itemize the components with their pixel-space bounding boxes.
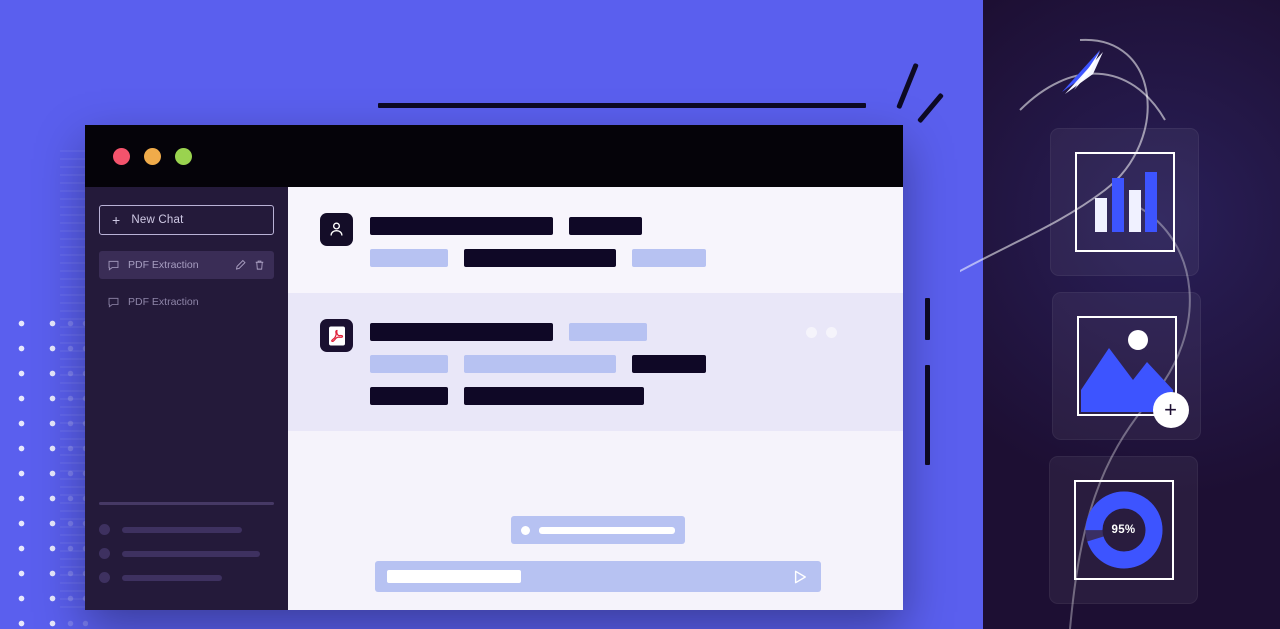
dot-grid-decoration-secondary: [60, 305, 88, 629]
placeholder-line: [370, 323, 873, 341]
add-badge-icon[interactable]: +: [1152, 392, 1189, 428]
placeholder-bar: [464, 355, 616, 373]
avatar: [320, 213, 353, 246]
plus-icon: +: [112, 212, 121, 228]
placeholder-bar: [464, 387, 644, 405]
composer: [288, 516, 903, 610]
placeholder-bar: [122, 526, 242, 533]
avatar: [99, 524, 110, 535]
top-line-decoration: [378, 103, 866, 108]
dot-grid-decoration: [0, 305, 62, 629]
vertical-line-decoration: [925, 298, 930, 340]
placeholder-line: [370, 387, 873, 405]
placeholder-bar: [569, 217, 642, 235]
sidebar: + New Chat PDF Extraction PDF Extraction: [85, 187, 288, 610]
window-minimize-button[interactable]: [144, 147, 161, 165]
avatar: [99, 572, 110, 583]
new-chat-button[interactable]: + New Chat: [99, 205, 274, 235]
placeholder-line: [370, 249, 873, 267]
chat-bubble-icon: [108, 297, 119, 308]
edit-icon[interactable]: [235, 259, 246, 271]
placeholder-bar: [370, 323, 553, 341]
attachment-chip[interactable]: [511, 516, 685, 544]
input-placeholder: [387, 570, 521, 583]
sidebar-item-label: PDF Extraction: [128, 296, 199, 308]
sidebar-item-label: PDF Extraction: [128, 259, 199, 271]
chat-bubble-icon: [108, 260, 119, 271]
placeholder-bar: [370, 387, 448, 405]
sidebar-item-pdf-extraction-1[interactable]: PDF Extraction: [99, 251, 274, 279]
hero-illustration: + New Chat PDF Extraction PDF Extraction…: [0, 0, 1280, 629]
attachment-name-placeholder: [539, 526, 675, 534]
add-image-card[interactable]: +: [1052, 292, 1201, 440]
placeholder-bar: [569, 323, 647, 341]
sidebar-footer-row[interactable]: [99, 524, 274, 535]
delete-icon[interactable]: [254, 259, 265, 271]
avatar: [99, 548, 110, 559]
typing-dot: [826, 326, 837, 338]
donut-value-label: 95%: [1111, 524, 1136, 536]
placeholder-bar: [370, 217, 553, 235]
placeholder-bar: [370, 355, 448, 373]
placeholder-bar: [122, 574, 222, 581]
pdf-file-icon: [328, 326, 345, 345]
placeholder-bar: [632, 249, 706, 267]
placeholder-line: [370, 355, 873, 373]
window-maximize-button[interactable]: [175, 147, 192, 165]
placeholder-line: [370, 217, 873, 235]
window-close-button[interactable]: [113, 147, 130, 165]
bar-chart-card[interactable]: [1050, 128, 1199, 276]
vertical-line-decoration: [925, 365, 930, 465]
message-assistant: [288, 293, 903, 431]
attachment-dot-icon: [521, 525, 530, 535]
sidebar-footer-row[interactable]: [99, 572, 274, 583]
placeholder-bar: [370, 249, 448, 267]
progress-donut-card[interactable]: 95%: [1049, 456, 1198, 604]
placeholder-bar: [632, 355, 706, 373]
window-titlebar: [85, 125, 903, 187]
sidebar-item-pdf-extraction-2[interactable]: PDF Extraction: [99, 288, 274, 316]
paper-plane-icon: [1062, 50, 1103, 94]
typing-dot: [806, 326, 817, 338]
typing-indicator: [806, 326, 873, 338]
message-input[interactable]: [375, 561, 821, 592]
send-triangle-icon[interactable]: [793, 570, 807, 584]
sidebar-divider: [99, 502, 274, 505]
message-user: [288, 187, 903, 293]
placeholder-bar: [122, 550, 260, 557]
sidebar-footer-row[interactable]: [99, 548, 274, 559]
chat-pane: [288, 187, 903, 610]
user-avatar-icon: [330, 222, 343, 236]
avatar: [320, 319, 353, 352]
browser-window: + New Chat PDF Extraction PDF Extraction: [85, 125, 903, 610]
placeholder-bar: [464, 249, 616, 267]
bar-chart-icon: [1094, 172, 1157, 232]
new-chat-label: New Chat: [131, 214, 184, 226]
